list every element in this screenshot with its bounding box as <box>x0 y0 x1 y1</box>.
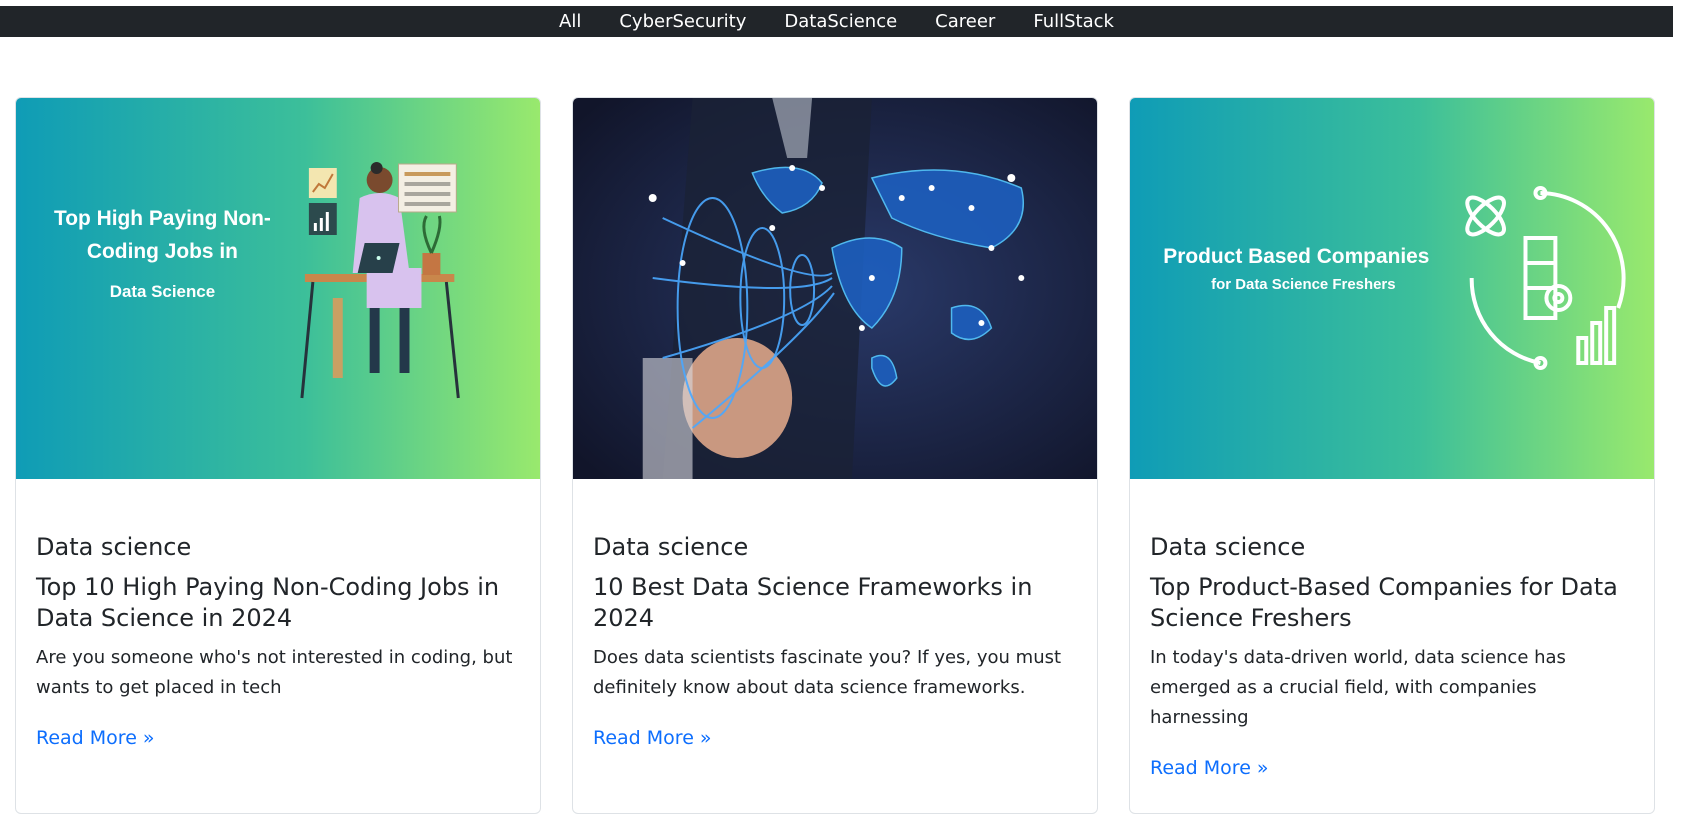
card-category: Data science <box>36 533 192 561</box>
card-excerpt: Are you someone who's not interested in … <box>36 647 513 698</box>
card-title: Top Product-Based Companies for Data Sci… <box>1150 573 1618 632</box>
article-card: Product Based Companies for Data Science… <box>1129 97 1655 814</box>
category-nav: All CyberSecurity DataScience Career Ful… <box>0 6 1673 37</box>
card-excerpt: Does data scientists fascinate you? If y… <box>593 647 1062 698</box>
card-body: Data science 10 Best Data Science Framew… <box>573 479 1097 753</box>
thumbnail-caption-line2: for Data Science Freshers <box>1211 276 1395 293</box>
nav-item-all[interactable]: All <box>559 6 581 37</box>
thumbnail-caption-line1: Top High Paying Non- <box>54 207 271 230</box>
nav-item-fullstack[interactable]: FullStack <box>1033 6 1114 37</box>
nav-item-datascience[interactable]: DataScience <box>784 6 897 37</box>
nav-item-cybersecurity[interactable]: CyberSecurity <box>619 6 746 37</box>
card-category: Data science <box>593 533 749 561</box>
product-companies-illustration: Product Based Companies for Data Science… <box>1130 98 1654 479</box>
article-card: Top High Paying Non- Coding Jobs in Data… <box>15 97 541 814</box>
read-more-link[interactable]: Read More » <box>36 727 155 749</box>
article-card: Data science 10 Best Data Science Framew… <box>572 97 1098 814</box>
card-excerpt: In today's data-driven world, data scien… <box>1150 647 1566 728</box>
thumbnail-caption-line3: Data Science <box>110 282 215 301</box>
article-thumbnail[interactable]: Top High Paying Non- Coding Jobs in Data… <box>16 98 540 479</box>
digital-world-map-image <box>573 98 1097 479</box>
thumbnail-caption-line2: Coding Jobs in <box>87 240 238 263</box>
article-thumbnail[interactable]: Product Based Companies for Data Science… <box>1130 98 1654 479</box>
non-coding-jobs-illustration: Top High Paying Non- Coding Jobs in Data… <box>16 98 540 479</box>
card-body: Data science Top Product-Based Companies… <box>1130 479 1654 783</box>
card-title: Top 10 High Paying Non-Coding Jobs in Da… <box>36 573 500 632</box>
nav-item-career[interactable]: Career <box>935 6 995 37</box>
card-body: Data science Top 10 High Paying Non-Codi… <box>16 479 540 753</box>
card-title: 10 Best Data Science Frameworks in 2024 <box>593 573 1033 632</box>
article-card-grid: Top High Paying Non- Coding Jobs in Data… <box>15 97 1655 814</box>
thumbnail-caption-line1: Product Based Companies <box>1163 245 1429 268</box>
card-category: Data science <box>1150 533 1306 561</box>
read-more-link[interactable]: Read More » <box>593 727 712 749</box>
read-more-link[interactable]: Read More » <box>1150 757 1269 779</box>
article-thumbnail[interactable] <box>573 98 1097 479</box>
